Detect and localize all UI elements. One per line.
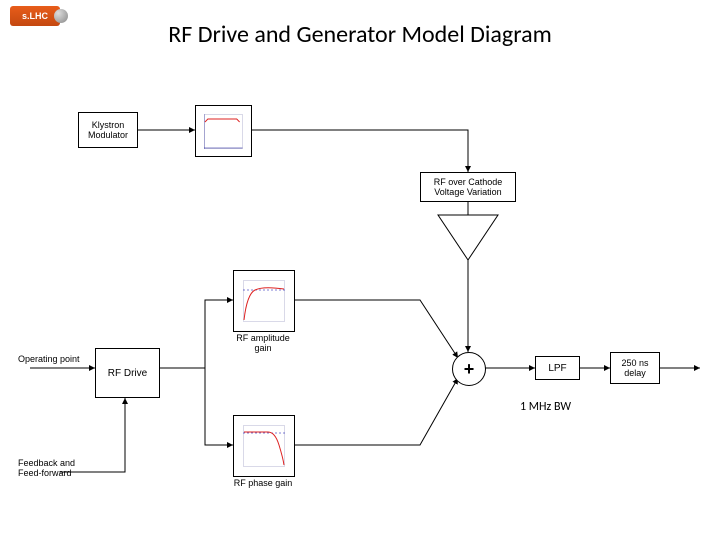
plot-rf-amplitude-gain: [233, 270, 295, 332]
label-rf-phase-gain: RF phase gain: [228, 478, 298, 488]
label-rf-amp-gain: RF amplitude gain: [233, 333, 293, 353]
block-klystron-modulator: Klystron Modulator: [78, 112, 138, 148]
summer-node: +: [452, 352, 486, 386]
block-rf-drive: RF Drive: [95, 348, 160, 398]
label-feedback: Feedback and Feed-forward: [18, 458, 75, 478]
plot-klystron-output: [195, 105, 252, 157]
page-title: RF Drive and Generator Model Diagram: [0, 20, 720, 49]
block-rf-over-cathode: RF over Cathode Voltage Variation: [420, 172, 516, 202]
block-delay: 250 ns delay: [610, 352, 660, 384]
annotation-bandwidth: 1 MHz BW: [520, 400, 571, 414]
block-lpf: LPF: [535, 356, 580, 380]
diagram-wires: [0, 0, 720, 540]
label-operating-point: Operating point: [18, 354, 80, 364]
plot-rf-phase-gain: [233, 415, 295, 477]
